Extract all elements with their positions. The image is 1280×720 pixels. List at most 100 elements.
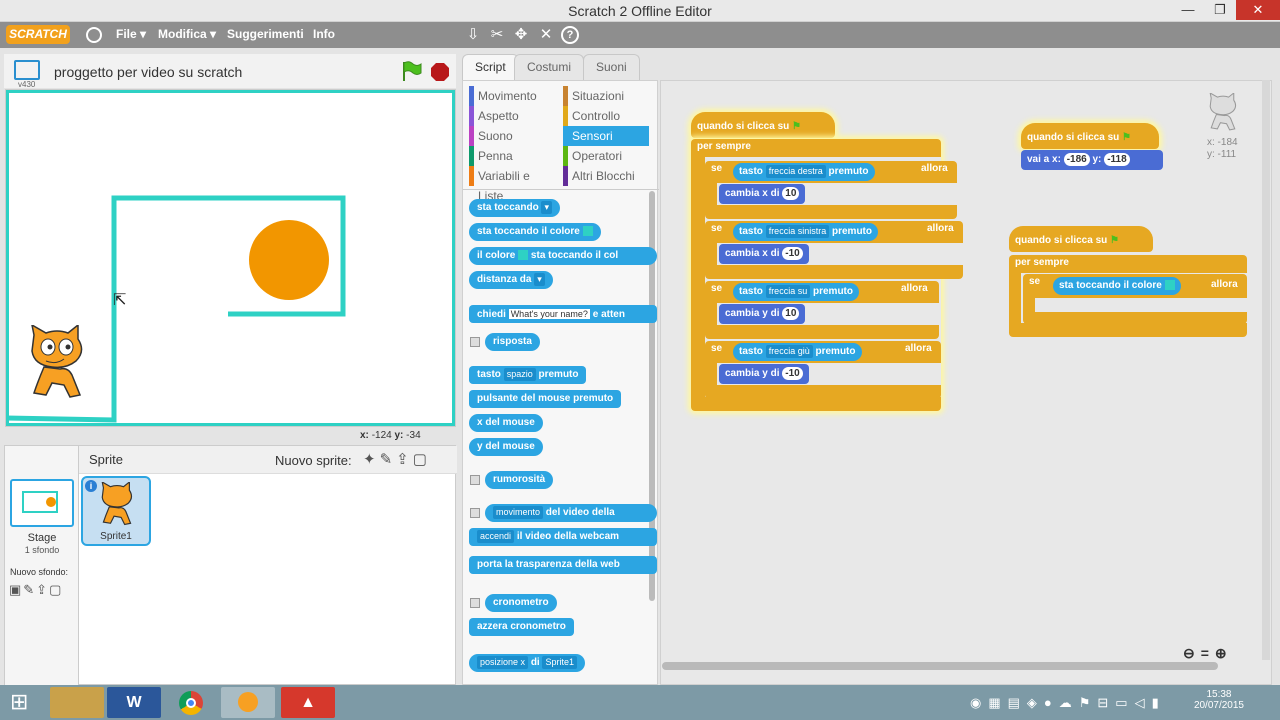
new-backdrop-icons[interactable]: ▣✎⇪▢ bbox=[9, 582, 63, 598]
block-timer[interactable]: cronometro bbox=[485, 594, 557, 612]
block-loudness[interactable]: rumorosità bbox=[485, 471, 554, 489]
block-video-on[interactable]: accendi il video della webcam bbox=[469, 528, 657, 546]
category-data[interactable]: Variabili e Liste bbox=[469, 166, 555, 203]
key-1-sensor[interactable]: tasto freccia destra premuto bbox=[733, 163, 875, 181]
green-flag-icon[interactable] bbox=[400, 60, 422, 82]
checkbox-answer[interactable] bbox=[470, 337, 480, 347]
block-mouse-y[interactable]: y del mouse bbox=[469, 438, 543, 456]
adobe-taskbar-icon[interactable]: ▲ bbox=[281, 687, 335, 718]
block-touching-color[interactable]: sta toccando il colore bbox=[469, 223, 601, 241]
key-1-dd[interactable]: freccia destra bbox=[765, 165, 826, 178]
zoom-controls[interactable]: ⊖=⊕ bbox=[1183, 645, 1233, 662]
block-distance[interactable]: distanza da ▾ bbox=[469, 271, 553, 289]
move-3[interactable]: cambia y di 10 bbox=[719, 304, 806, 324]
goto-x[interactable]: -186 bbox=[1063, 153, 1090, 166]
tab-costumes[interactable]: Costumi bbox=[514, 54, 585, 80]
block-reset-timer[interactable]: azzera cronometro bbox=[469, 618, 574, 636]
tab-sounds[interactable]: Suoni bbox=[583, 54, 640, 80]
category-control[interactable]: Controllo bbox=[563, 106, 649, 126]
block-of-sprite-dd[interactable]: Sprite1 bbox=[542, 656, 578, 669]
script-scrollbar[interactable] bbox=[662, 662, 1218, 670]
stage-thumbnail[interactable] bbox=[10, 479, 74, 527]
key-3-sensor[interactable]: tasto freccia su premuto bbox=[733, 283, 859, 301]
script2-hat[interactable]: quando si clicca su ⚑ bbox=[1021, 123, 1159, 149]
cut-icon[interactable]: ✂ bbox=[488, 26, 506, 44]
block-answer[interactable]: risposta bbox=[485, 333, 540, 351]
script1-hat[interactable]: quando si clicca su ⚑ bbox=[691, 112, 835, 138]
block-of-dd[interactable]: posizione x bbox=[477, 656, 529, 669]
move-4[interactable]: cambia y di -10 bbox=[719, 364, 809, 384]
key-4-dd[interactable]: freccia giù bbox=[765, 345, 813, 358]
block-key-pressed[interactable]: tasto spazio premuto bbox=[469, 366, 587, 384]
menu-file[interactable]: File ▾ bbox=[116, 27, 146, 41]
block-mouse-down[interactable]: pulsante del mouse premuto bbox=[469, 390, 622, 408]
block-ask-default[interactable]: What's your name? bbox=[508, 309, 590, 319]
then-3: allora bbox=[901, 283, 928, 294]
window-scrollbar[interactable] bbox=[1262, 80, 1270, 660]
move-1[interactable]: cambia x di 10 bbox=[719, 184, 806, 204]
new-sprite-icons[interactable]: ✦✎⇪▢ bbox=[363, 450, 431, 468]
stage-canvas[interactable]: ⇱ bbox=[5, 89, 456, 427]
key-3-dd[interactable]: freccia su bbox=[765, 285, 811, 298]
goto-y[interactable]: -118 bbox=[1104, 153, 1130, 166]
word-taskbar-icon[interactable]: W bbox=[107, 687, 161, 718]
fullscreen-icon[interactable] bbox=[14, 60, 40, 80]
move-1-value[interactable]: 10 bbox=[782, 187, 800, 200]
cat-sprite[interactable] bbox=[24, 325, 90, 403]
block-video-transparency[interactable]: porta la trasparenza della web bbox=[469, 556, 657, 574]
move-3-value[interactable]: 10 bbox=[782, 307, 800, 320]
category-looks[interactable]: Aspetto bbox=[469, 106, 555, 126]
grow-icon[interactable]: ✥ bbox=[512, 26, 530, 44]
explorer-taskbar-icon[interactable] bbox=[50, 687, 104, 718]
menu-about[interactable]: Info bbox=[313, 27, 335, 41]
duplicate-icon[interactable]: ⇩ bbox=[464, 26, 482, 44]
category-sound[interactable]: Suono bbox=[469, 126, 555, 146]
script3-touching-color[interactable]: sta toccando il colore bbox=[1053, 277, 1181, 295]
block-ask[interactable]: chiedi What's your name? e atten bbox=[469, 305, 657, 323]
category-pen[interactable]: Penna bbox=[469, 146, 555, 166]
menu-edit[interactable]: Modifica ▾ bbox=[158, 27, 216, 41]
maximize-button[interactable]: ❐ bbox=[1205, 0, 1235, 20]
project-title-input[interactable]: proggetto per video su scratch bbox=[54, 64, 242, 80]
sprite-thumbnail[interactable]: i Sprite1 bbox=[81, 476, 151, 546]
scratch-taskbar-icon[interactable] bbox=[221, 687, 275, 718]
block-video-motion[interactable]: movimento del video della bbox=[485, 504, 657, 522]
key-1-b: premuto bbox=[828, 166, 869, 177]
goto-block[interactable]: vai a x: -186 y: -118 bbox=[1021, 150, 1163, 170]
script-area[interactable]: quando si clicca su ⚑ per sempre se tast… bbox=[660, 80, 1272, 685]
system-tray-icons[interactable]: ◉▦▤◈●☁⚑⊟▭◁▮ bbox=[970, 695, 1166, 711]
script3-hat[interactable]: quando si clicca su ⚑ bbox=[1009, 226, 1153, 252]
windows-start-icon[interactable]: ⊞ bbox=[10, 691, 28, 713]
block-of-sprite[interactable]: posizione x di Sprite1 bbox=[469, 654, 586, 672]
key-4-sensor[interactable]: tasto freccia giù premuto bbox=[733, 343, 862, 361]
category-motion[interactable]: Movimento bbox=[469, 86, 555, 106]
key-2-dd[interactable]: freccia sinistra bbox=[765, 225, 830, 238]
tab-script[interactable]: Script bbox=[462, 54, 519, 81]
category-sensing[interactable]: Sensori bbox=[563, 126, 649, 146]
help-icon[interactable]: ? bbox=[561, 26, 579, 44]
move-2[interactable]: cambia x di -10 bbox=[719, 244, 809, 264]
category-operators[interactable]: Operatori bbox=[563, 146, 649, 166]
stop-icon[interactable] bbox=[430, 62, 450, 82]
globe-icon[interactable] bbox=[86, 27, 102, 43]
block-color-touching[interactable]: il colore sta toccando il col bbox=[469, 247, 657, 265]
category-more-blocks[interactable]: Altri Blocchi bbox=[563, 166, 649, 186]
block-video-motion-dd[interactable]: movimento bbox=[493, 506, 544, 519]
category-events[interactable]: Situazioni bbox=[563, 86, 649, 106]
minimize-button[interactable]: — bbox=[1173, 0, 1203, 20]
checkbox-timer[interactable] bbox=[470, 598, 480, 608]
block-touching[interactable]: sta toccando ▾ bbox=[469, 199, 560, 217]
shrink-icon[interactable]: ✕ bbox=[537, 26, 555, 44]
menu-tips[interactable]: Suggerimenti bbox=[227, 27, 304, 41]
move-4-value[interactable]: -10 bbox=[782, 367, 803, 380]
taskbar-clock[interactable]: 15:38 20/07/2015 bbox=[1194, 689, 1244, 711]
key-2-sensor[interactable]: tasto freccia sinistra premuto bbox=[733, 223, 878, 241]
move-2-value[interactable]: -10 bbox=[782, 247, 803, 260]
block-mouse-x[interactable]: x del mouse bbox=[469, 414, 543, 432]
checkbox-video-motion[interactable] bbox=[470, 508, 480, 518]
chrome-taskbar-icon[interactable] bbox=[164, 687, 218, 718]
checkbox-loudness[interactable] bbox=[470, 475, 480, 485]
block-key-dd[interactable]: spazio bbox=[503, 368, 536, 381]
close-button[interactable]: ✕ bbox=[1236, 0, 1280, 20]
block-video-on-dd[interactable]: accendi bbox=[477, 530, 515, 543]
